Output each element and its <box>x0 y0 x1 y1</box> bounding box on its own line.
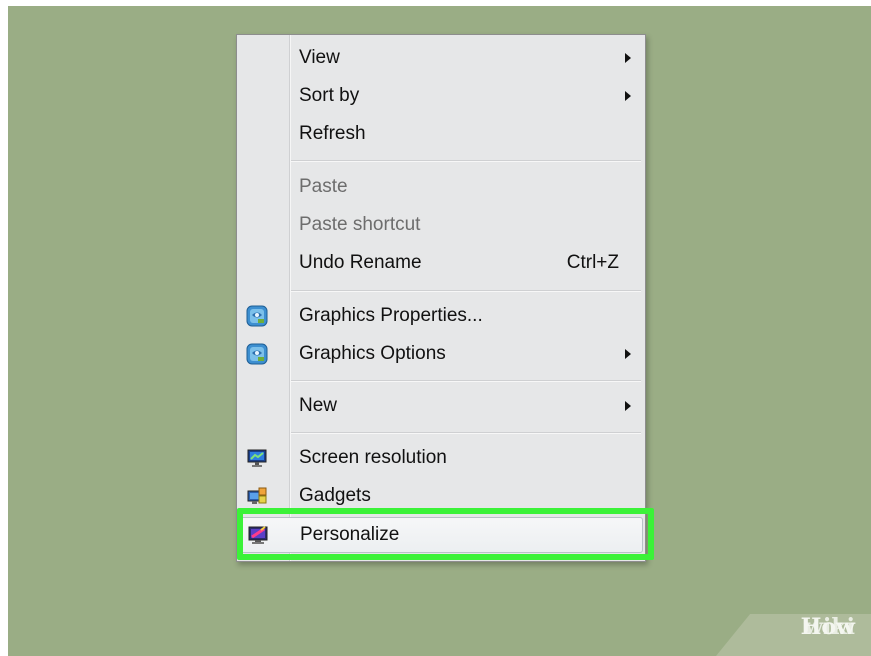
monitor-icon <box>246 447 268 469</box>
menu-separator <box>291 160 641 162</box>
gadgets-icon <box>246 485 268 507</box>
menu-item-paste-shortcut: Paste shortcut <box>239 207 643 243</box>
menu-item-label: View <box>299 47 340 68</box>
menu-item-label: New <box>299 395 338 416</box>
intel-graphics-icon <box>246 305 268 327</box>
menu-item-graphics-properties[interactable]: Graphics Properties... <box>239 298 643 334</box>
menu-separator <box>291 290 641 292</box>
menu-item-new[interactable]: New <box>239 388 643 424</box>
highlight-box <box>237 508 654 560</box>
menu-item-label: Refresh <box>299 123 366 144</box>
keyboard-shortcut: Ctrl+Z <box>566 252 619 273</box>
submenu-arrow-icon <box>625 349 631 359</box>
menu-item-view[interactable]: View <box>239 40 643 76</box>
menu-item-label: Graphics Properties... <box>299 305 483 326</box>
menu-item-label: Paste shortcut <box>299 214 421 235</box>
context-menu: View Sort by Refresh Paste Paste shortcu… <box>236 34 646 562</box>
submenu-arrow-icon <box>625 401 631 411</box>
submenu-arrow-icon <box>625 53 631 63</box>
menu-item-label: Sort by <box>299 85 360 106</box>
menu-item-label: Screen resolution <box>299 447 447 468</box>
menu-item-label: Graphics Options <box>299 343 446 364</box>
menu-item-screen-resolution[interactable]: Screen resolution <box>239 440 643 476</box>
menu-item-sort-by[interactable]: Sort by <box>239 78 643 114</box>
menu-item-graphics-options[interactable]: Graphics Options <box>239 336 643 372</box>
desktop-background[interactable]: View Sort by Refresh Paste Paste shortcu… <box>8 6 871 656</box>
menu-item-paste: Paste <box>239 169 643 205</box>
menu-item-refresh[interactable]: Refresh <box>239 116 643 152</box>
menu-item-undo-rename[interactable]: Undo Rename Ctrl+Z <box>239 245 643 281</box>
intel-graphics-icon <box>246 343 268 365</box>
submenu-arrow-icon <box>625 91 631 101</box>
menu-item-label: Paste <box>299 176 348 197</box>
menu-separator <box>291 380 641 382</box>
menu-item-label: Undo Rename <box>299 252 422 273</box>
wikihow-watermark: wiki How <box>716 614 871 656</box>
menu-separator <box>291 432 641 434</box>
